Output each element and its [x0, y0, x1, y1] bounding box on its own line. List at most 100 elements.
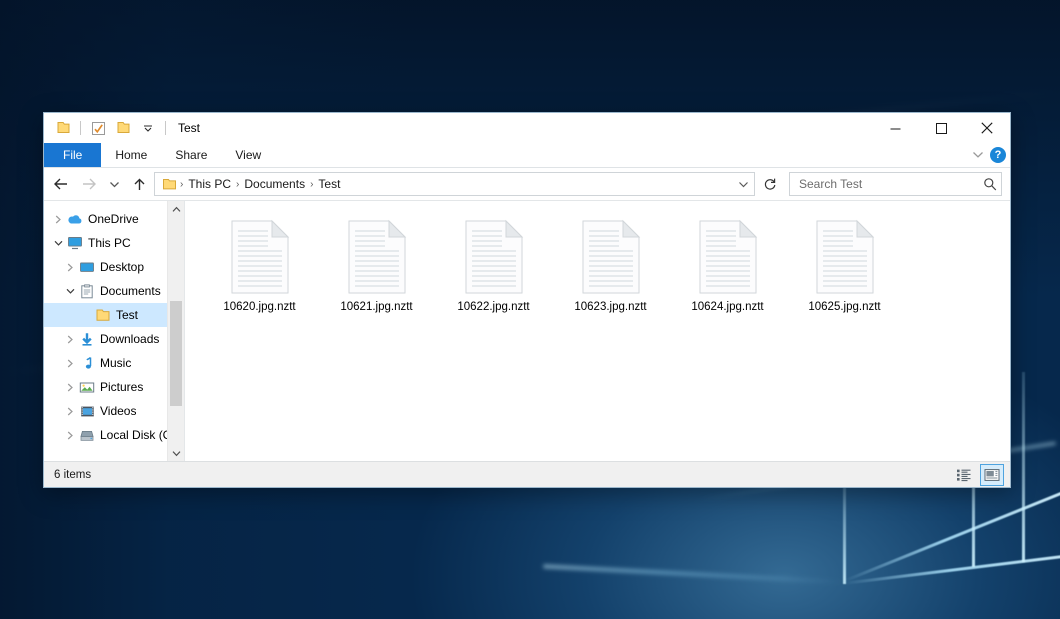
chevron-right-icon[interactable] — [50, 215, 66, 224]
sidebar-item-videos[interactable]: Videos — [44, 399, 184, 423]
generic-file-icon — [813, 219, 877, 295]
sidebar-item-label: OneDrive — [88, 212, 139, 226]
tab-view[interactable]: View — [221, 143, 275, 167]
chevron-down-icon[interactable] — [50, 240, 66, 247]
file-item[interactable]: 10620.jpg.nztt — [201, 215, 318, 317]
navigation-pane: OneDrive This PC — [44, 201, 185, 461]
quick-access-toolbar: Test — [44, 117, 200, 139]
folder-tree: OneDrive This PC — [44, 201, 184, 447]
chevron-right-icon[interactable] — [62, 335, 78, 344]
sidebar-item-label: Videos — [100, 404, 136, 418]
sidebar-item-label: Music — [100, 356, 131, 370]
sidebar-item-label: Pictures — [100, 380, 143, 394]
generic-file-icon — [228, 219, 292, 295]
file-item[interactable]: 10623.jpg.nztt — [552, 215, 669, 317]
breadcrumb-folder-icon — [160, 178, 179, 191]
tab-home[interactable]: Home — [101, 143, 161, 167]
refresh-button[interactable] — [759, 173, 781, 195]
tab-file[interactable]: File — [44, 143, 101, 167]
minimize-button[interactable] — [872, 113, 918, 143]
videos-icon — [78, 405, 96, 418]
status-bar: 6 items — [44, 461, 1010, 487]
up-button[interactable] — [126, 172, 152, 196]
tab-share[interactable]: Share — [161, 143, 221, 167]
folder-icon[interactable] — [52, 117, 74, 139]
address-bar: › This PC › Documents › Test — [44, 168, 1010, 200]
breadcrumb-bar[interactable]: › This PC › Documents › Test — [154, 172, 755, 196]
breadcrumb-item-this-pc[interactable]: This PC — [184, 177, 235, 191]
ribbon-tabs: File Home Share View ? — [44, 143, 1010, 168]
file-name-label: 10624.jpg.nztt — [691, 301, 763, 313]
qat-separator — [80, 121, 81, 135]
breadcrumb: › This PC › Documents › Test — [160, 177, 734, 191]
breadcrumb-item-test[interactable]: Test — [314, 177, 344, 191]
file-item[interactable]: 10624.jpg.nztt — [669, 215, 786, 317]
search-icon — [983, 177, 997, 191]
pictures-icon — [78, 381, 96, 394]
customize-qat-chevron-icon[interactable] — [137, 117, 159, 139]
file-list-pane[interactable]: 10620.jpg.nztt 10621.j — [185, 201, 1010, 461]
sidebar-item-downloads[interactable]: Downloads — [44, 327, 184, 351]
file-grid: 10620.jpg.nztt 10621.j — [201, 215, 1010, 317]
scroll-up-arrow-icon[interactable] — [168, 201, 184, 217]
file-explorer-window: Test File Home Share View — [43, 112, 1011, 488]
back-button[interactable] — [48, 172, 74, 196]
sidebar-scrollbar[interactable] — [167, 201, 184, 461]
generic-file-icon — [579, 219, 643, 295]
chevron-right-icon[interactable] — [62, 407, 78, 416]
collapse-ribbon-chevron-icon[interactable] — [972, 148, 984, 162]
breadcrumb-item-documents[interactable]: Documents — [240, 177, 309, 191]
file-item[interactable]: 10621.jpg.nztt — [318, 215, 435, 317]
sidebar-item-label: Documents — [100, 284, 161, 298]
chevron-right-icon[interactable] — [62, 359, 78, 368]
recent-locations-button[interactable] — [104, 172, 124, 196]
large-icons-view-button[interactable] — [980, 464, 1004, 486]
music-icon — [78, 356, 96, 371]
generic-file-icon — [345, 219, 409, 295]
new-folder-icon[interactable] — [112, 117, 134, 139]
help-icon[interactable]: ? — [990, 147, 1006, 163]
sidebar-item-local-disk[interactable]: Local Disk (C:) — [44, 423, 184, 447]
sidebar-item-test[interactable]: Test — [44, 303, 184, 327]
item-count-label: 6 items — [54, 469, 952, 481]
ribbon-right-controls: ? — [972, 143, 1006, 167]
window-body: OneDrive This PC — [44, 200, 1010, 461]
file-name-label: 10622.jpg.nztt — [457, 301, 529, 313]
title-bar: Test — [44, 113, 1010, 143]
scrollbar-thumb[interactable] — [170, 301, 182, 406]
file-item[interactable]: 10625.jpg.nztt — [786, 215, 903, 317]
search-box[interactable] — [789, 172, 1002, 196]
window-title: Test — [178, 121, 200, 135]
sidebar-item-label: This PC — [88, 236, 131, 250]
window-controls — [872, 113, 1010, 143]
file-name-label: 10621.jpg.nztt — [340, 301, 412, 313]
documents-icon — [78, 284, 96, 299]
address-dropdown-icon[interactable] — [734, 180, 752, 189]
sidebar-item-desktop[interactable]: Desktop — [44, 255, 184, 279]
chevron-right-icon[interactable] — [62, 383, 78, 392]
close-button[interactable] — [964, 113, 1010, 143]
sidebar-item-label: Desktop — [100, 260, 144, 274]
file-item[interactable]: 10622.jpg.nztt — [435, 215, 552, 317]
file-name-label: 10620.jpg.nztt — [223, 301, 295, 313]
sidebar-item-onedrive[interactable]: OneDrive — [44, 207, 184, 231]
sidebar-item-documents[interactable]: Documents — [44, 279, 184, 303]
file-name-label: 10623.jpg.nztt — [574, 301, 646, 313]
drive-icon — [78, 429, 96, 442]
sidebar-item-label: Downloads — [100, 332, 159, 346]
chevron-down-icon[interactable] — [62, 288, 78, 295]
sidebar-item-music[interactable]: Music — [44, 351, 184, 375]
details-view-button[interactable] — [952, 464, 976, 486]
properties-icon[interactable] — [87, 117, 109, 139]
generic-file-icon — [696, 219, 760, 295]
search-input[interactable] — [797, 176, 983, 192]
scroll-down-arrow-icon[interactable] — [168, 445, 184, 461]
chevron-right-icon[interactable] — [62, 431, 78, 440]
sidebar-item-this-pc[interactable]: This PC — [44, 231, 184, 255]
sidebar-item-pictures[interactable]: Pictures — [44, 375, 184, 399]
forward-button[interactable] — [76, 172, 102, 196]
chevron-right-icon[interactable] — [62, 263, 78, 272]
desktop-icon — [78, 261, 96, 274]
maximize-button[interactable] — [918, 113, 964, 143]
download-icon — [78, 332, 96, 347]
